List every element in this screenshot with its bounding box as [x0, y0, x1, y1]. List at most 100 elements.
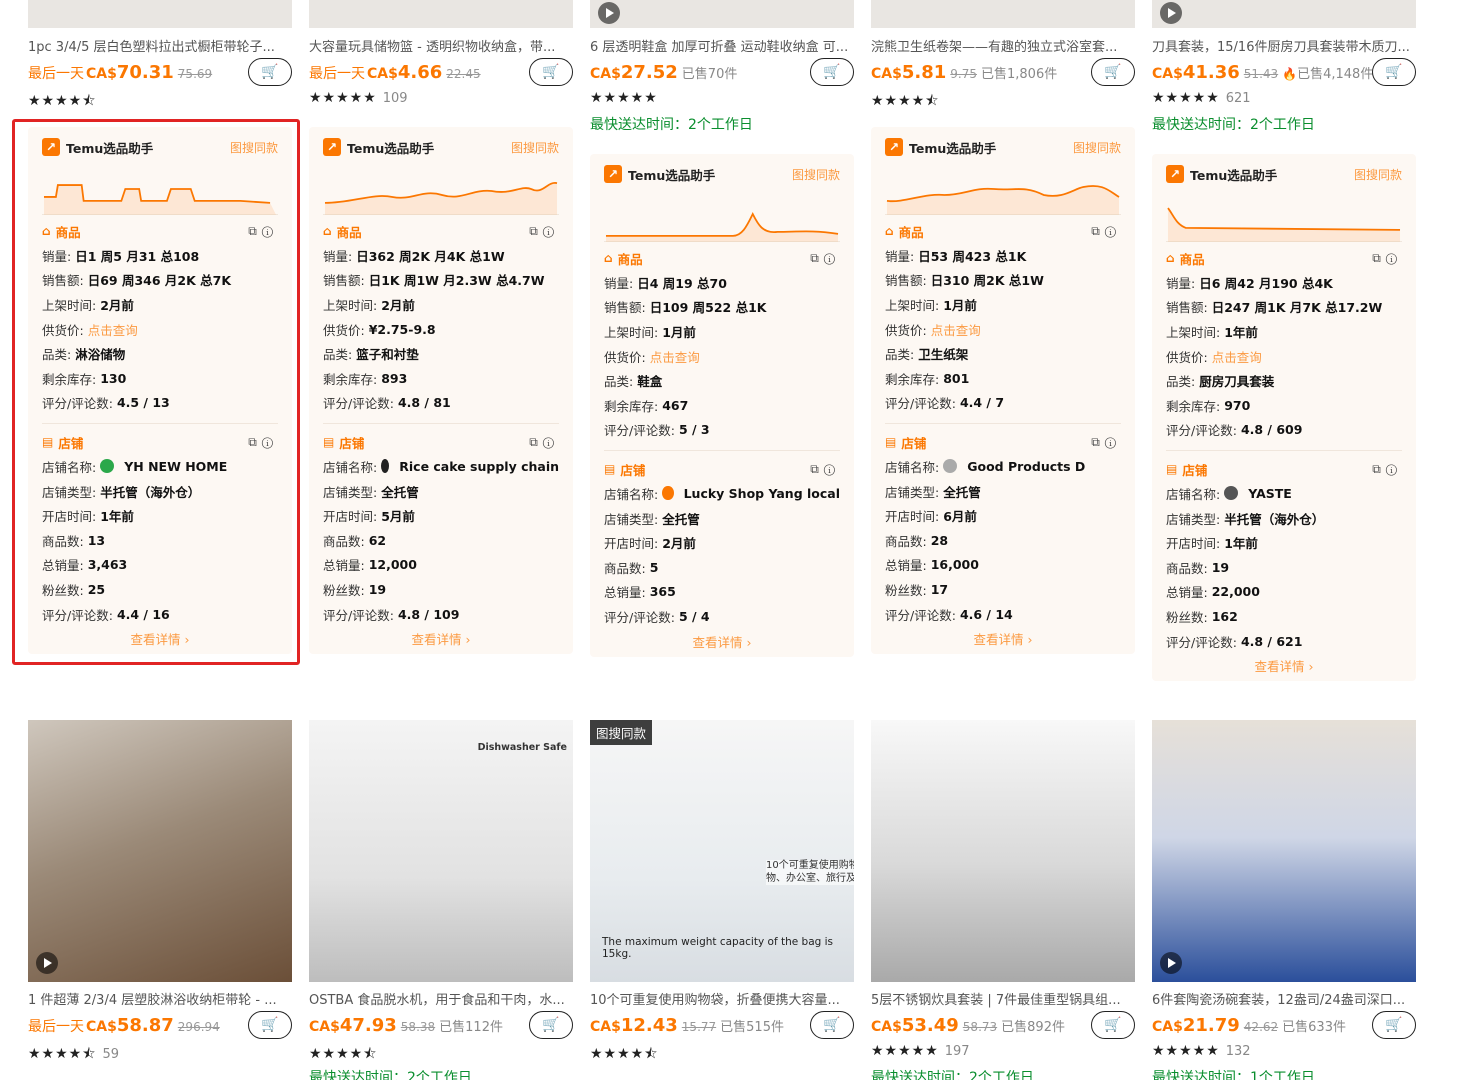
shop-total-sales-row-value: 16,000 [930, 557, 979, 573]
info-icon[interactable]: ⓘ [824, 462, 840, 476]
product-image[interactable] [1152, 0, 1416, 28]
shop-opened-row-value: 5月前 [381, 509, 415, 525]
shop-items-row: 商品数: 5 [604, 555, 840, 580]
info-icon[interactable]: ⓘ [824, 251, 840, 265]
product-image[interactable] [590, 0, 854, 28]
cart-plus-icon[interactable]: 🛒 [1091, 58, 1135, 86]
image-search-tag[interactable]: 图搜同款 [590, 720, 653, 745]
product-title[interactable]: 刀具套装，15/16件厨房刀具套装带木质刀... [1152, 36, 1412, 55]
info-icon[interactable]: ⓘ [262, 435, 278, 449]
copy-icon[interactable]: ⧉ [810, 462, 824, 476]
cart-plus-icon[interactable]: 🛒 [529, 58, 573, 86]
product-section: ⌂ 商品 ⧉ⓘ [323, 219, 559, 243]
product-image[interactable] [28, 0, 292, 28]
product-title[interactable]: 浣熊卫生纸卷架——有趣的独立式浴室套... [871, 36, 1131, 55]
product-title[interactable]: 1 件超薄 2/3/4 层塑胶淋浴收纳柜带轮 - ... [28, 989, 288, 1008]
product-title[interactable]: 5层不锈钢炊具套装 | 7件最佳重型锅具组... [871, 989, 1131, 1008]
sales-trend-sparkline [604, 194, 840, 242]
product-title[interactable]: OSTBA 食品脱水机，用于食品和干肉，水... [309, 989, 569, 1008]
star-icons: ★★★★★ [871, 1043, 939, 1059]
cart-plus-icon[interactable]: 🛒 [810, 1011, 854, 1039]
info-icon[interactable]: ⓘ [1386, 462, 1402, 476]
category-row-label: 品类: [885, 347, 915, 363]
sales-row-value: 日53 周423 总1K [918, 248, 1027, 264]
shop-avatar-icon [1224, 486, 1239, 501]
product-image[interactable]: Dishwasher Safe [309, 720, 573, 982]
shop-items-row-value: 5 [649, 559, 659, 575]
image-search-link[interactable]: 图搜同款 [792, 166, 840, 183]
view-details-link[interactable]: 查看详情 › [323, 626, 559, 654]
shop-name-row-value: Rice cake supply chain [399, 458, 559, 474]
image-search-link[interactable]: 图搜同款 [230, 139, 278, 156]
cart-plus-icon[interactable]: 🛒 [810, 58, 854, 86]
supply-price-row-value[interactable]: 点击查询 [1212, 347, 1262, 366]
supply-price-row-value[interactable]: 点击查询 [931, 320, 981, 339]
shop-name-row: 店铺名称: Rice cake supply chain [323, 454, 559, 479]
copy-icon[interactable]: ⧉ [1372, 251, 1386, 265]
product-image[interactable] [871, 720, 1135, 982]
copy-icon[interactable]: ⧉ [529, 435, 543, 449]
panel-brand: ↗ Temu选品助手 [1166, 165, 1277, 184]
view-details-link[interactable]: 查看详情 › [885, 626, 1121, 654]
cart-plus-icon[interactable]: 🛒 [1372, 1011, 1416, 1039]
play-icon[interactable] [1160, 2, 1182, 24]
rating-count: 197 [944, 1044, 970, 1059]
copy-icon[interactable]: ⧉ [1372, 462, 1386, 476]
stock-row-value: 893 [381, 370, 408, 386]
product-title[interactable]: 6件套陶瓷汤碗套装，12盎司/24盎司深口... [1152, 989, 1412, 1008]
product-image[interactable] [309, 0, 573, 28]
copy-icon[interactable]: ⧉ [248, 224, 262, 238]
product-title[interactable]: 10个可重复使用购物袋，折叠便携大容量... [590, 989, 850, 1008]
price-row: CA$ 47.93 58.38 已售112件 🛒 [309, 1011, 573, 1045]
supply-price-row-value[interactable]: 点击查询 [88, 320, 138, 339]
panel-brand-label: Temu选品助手 [909, 140, 997, 156]
product-title[interactable]: 大容量玩具储物篮 - 透明织物收纳盒，带... [309, 36, 569, 55]
chevron-right-icon: › [1023, 632, 1033, 648]
play-icon[interactable] [598, 2, 620, 24]
product-title[interactable]: 6 层透明鞋盒 加厚可折叠 运动鞋收纳盒 可... [590, 36, 850, 55]
view-details-link[interactable]: 查看详情 › [42, 626, 278, 654]
shop-type-row-value: 全托管 [662, 511, 700, 527]
cart-plus-icon[interactable]: 🛒 [248, 58, 292, 86]
info-icon[interactable]: ⓘ [1386, 251, 1402, 265]
image-search-link[interactable]: 图搜同款 [511, 139, 559, 156]
copy-icon[interactable]: ⧉ [1091, 224, 1105, 238]
product-title[interactable]: 1pc 3/4/5 层白色塑料拉出式橱柜带轮子... [28, 36, 288, 55]
info-icon[interactable]: ⓘ [1105, 435, 1121, 449]
shop-opened-row: 开店时间: 5月前 [323, 503, 559, 528]
play-icon[interactable] [1160, 952, 1182, 974]
supply-price-row-value[interactable]: 点击查询 [650, 347, 700, 366]
cart-plus-icon[interactable]: 🛒 [529, 1011, 573, 1039]
price-currency: CA$ [86, 1019, 117, 1035]
info-icon[interactable]: ⓘ [543, 435, 559, 449]
copy-icon[interactable]: ⧉ [529, 224, 543, 238]
view-details-link[interactable]: 查看详情 › [1166, 653, 1402, 681]
copy-icon[interactable]: ⧉ [810, 251, 824, 265]
cart-plus-icon[interactable]: 🛒 [248, 1011, 292, 1039]
cart-plus-icon[interactable]: 🛒 [1372, 58, 1416, 86]
product-image[interactable] [1152, 720, 1416, 982]
copy-icon[interactable]: ⧉ [1091, 435, 1105, 449]
product-image[interactable] [871, 0, 1135, 28]
product-section-label: 商品 [336, 224, 362, 240]
stock-row-label: 剩余库存: [1166, 398, 1221, 414]
info-icon[interactable]: ⓘ [262, 224, 278, 238]
sales-row: 销量: 日4 周19 总70 [604, 270, 840, 295]
shop-fans-row: 粉丝数: 17 [885, 577, 1121, 602]
cart-plus-icon[interactable]: 🛒 [1091, 1011, 1135, 1039]
product-image[interactable] [28, 720, 292, 982]
listed-time-row-value: 2月前 [381, 297, 415, 313]
image-search-link[interactable]: 图搜同款 [1354, 166, 1402, 183]
listed-time-row-value: 2月前 [100, 297, 134, 313]
copy-icon[interactable]: ⧉ [248, 435, 262, 449]
price-row: CA$ 41.36 51.43 🔥 已售4,148件 🛒 [1152, 58, 1416, 92]
info-icon[interactable]: ⓘ [1105, 224, 1121, 238]
listed-time-row: 上架时间: 1月前 [604, 319, 840, 344]
play-icon[interactable] [36, 952, 58, 974]
view-details-link[interactable]: 查看详情 › [604, 629, 840, 657]
shop-icon: ▤ [885, 435, 897, 450]
info-icon[interactable]: ⓘ [543, 224, 559, 238]
image-search-link[interactable]: 图搜同款 [1073, 139, 1121, 156]
shop-section-label: 店铺 [620, 462, 646, 478]
product-image[interactable]: 图搜同款 The maximum weight capacity of the b… [590, 720, 854, 982]
